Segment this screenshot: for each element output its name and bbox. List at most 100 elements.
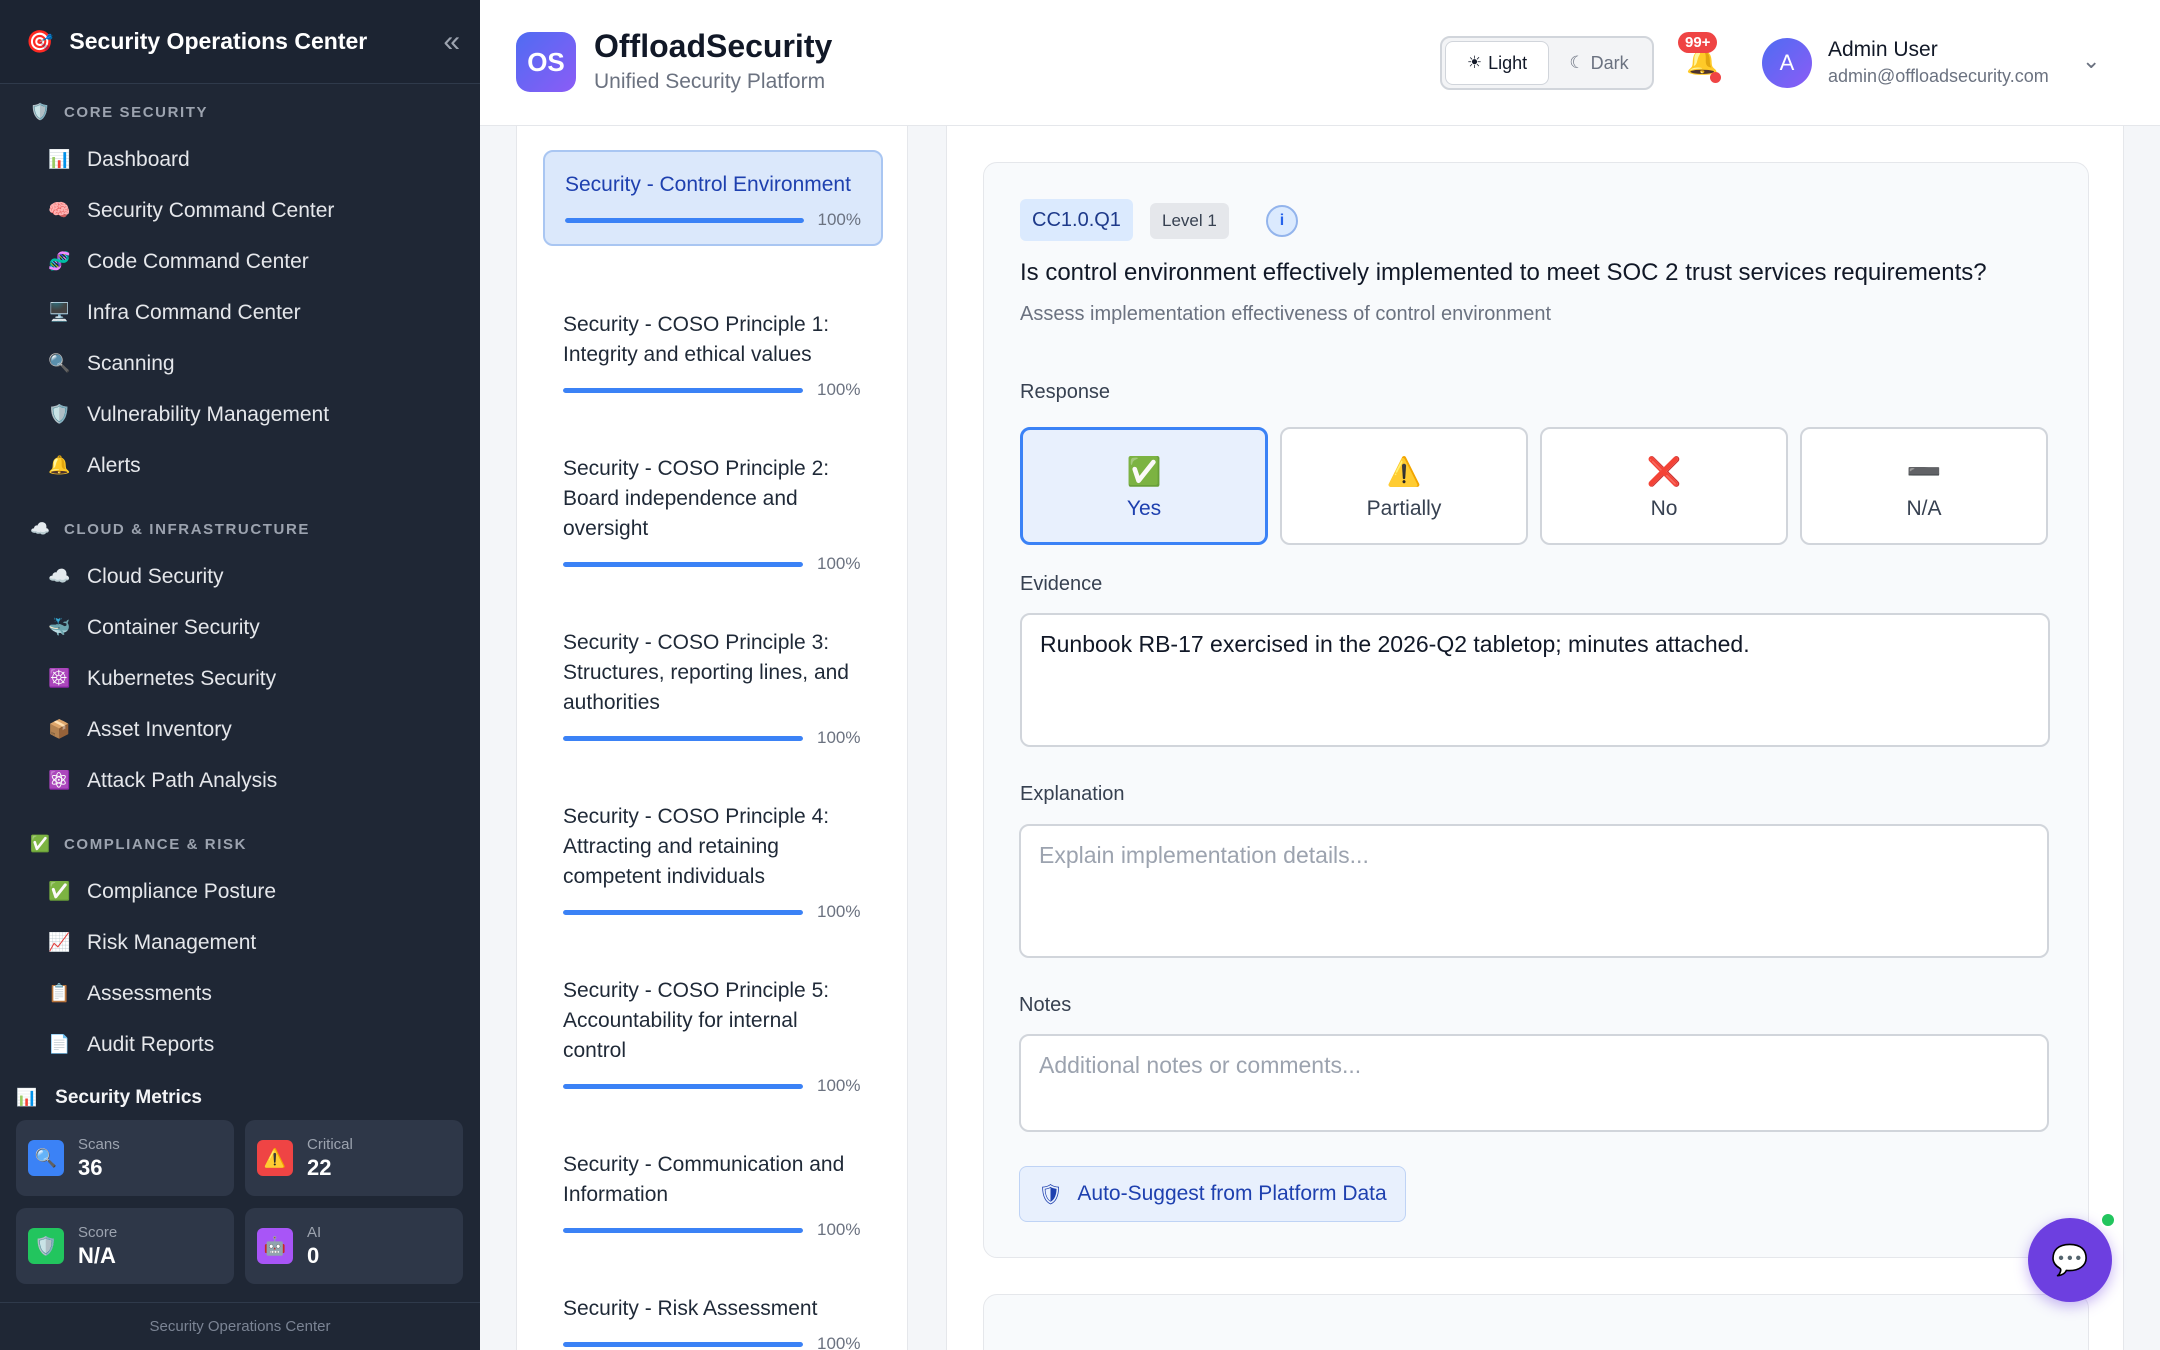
sidebar-nav: 🛡️ CORE SECURITY 📊 Dashboard 🧠 Security Comma… bbox=[0, 88, 480, 1076]
section-item[interactable]: Security - COSO Principle 3: Structures,… bbox=[543, 618, 883, 748]
metric-score[interactable]: 🛡️ Score N/A bbox=[16, 1208, 234, 1284]
metric-value: 22 bbox=[307, 1154, 332, 1180]
sidebar-item-infra-command-center[interactable]: 🖥️ Infra Command Center bbox=[0, 287, 480, 338]
section-title: Security - Communication and Information bbox=[563, 1153, 845, 1206]
metric-critical[interactable]: ⚠️ Critical 22 bbox=[245, 1120, 463, 1196]
collapse-sidebar-icon[interactable]: « bbox=[443, 25, 460, 59]
online-status-dot bbox=[2100, 1212, 2116, 1228]
sidebar-item-code-command-center[interactable]: 🧬 Code Command Center bbox=[0, 236, 480, 287]
notes-label: Notes bbox=[1019, 994, 1072, 1016]
sidebar-item-kubernetes-security[interactable]: ☸️ Kubernetes Security bbox=[0, 653, 480, 704]
section-progress-text: 100% bbox=[817, 728, 861, 747]
response-label: Partially bbox=[1366, 497, 1442, 520]
section-progress-text: 100% bbox=[817, 380, 861, 399]
question-text: Is control environment effectively imple… bbox=[1020, 259, 1987, 286]
section-icon: 🛡️ bbox=[30, 104, 50, 121]
sun-icon: ☀ bbox=[1466, 53, 1483, 72]
sidebar-item-security-command-center[interactable]: 🧠 Security Command Center bbox=[0, 185, 480, 236]
section-item[interactable]: Security - Risk Assessment 100% bbox=[543, 1284, 883, 1350]
sidebar-item-dashboard[interactable]: 📊 Dashboard bbox=[0, 134, 480, 185]
response-yes-icon: ✅ bbox=[1126, 455, 1162, 487]
target-icon: 🎯 bbox=[26, 28, 54, 54]
attack-path-analysis-icon: ⚛️ bbox=[48, 770, 71, 790]
metric-label: AI bbox=[307, 1223, 322, 1241]
response-label: No bbox=[1650, 497, 1678, 520]
section-progress-text: 100% bbox=[817, 1334, 861, 1350]
vulnerability-management-icon: 🛡️ bbox=[48, 404, 71, 424]
section-title: Security - COSO Principle 1: Integrity a… bbox=[563, 313, 830, 366]
section-item[interactable]: Security - COSO Principle 1: Integrity a… bbox=[543, 300, 883, 400]
sidebar-item-cloud-security[interactable]: ☁️ Cloud Security bbox=[0, 551, 480, 602]
section-label: CLOUD & INFRASTRUCTURE bbox=[64, 520, 311, 538]
metric-scans[interactable]: 🔍 Scans 36 bbox=[16, 1120, 234, 1196]
metric-grid: 🔍 Scans 36 ⚠️ Critical 22 🛡️ Score N/A 🤖 AI 0 bbox=[0, 1120, 480, 1284]
sidebar-header: 🎯 Security Operations Center « bbox=[0, 0, 480, 84]
security-command-center-icon: 🧠 bbox=[48, 200, 71, 220]
chevron-down-icon[interactable]: ⌄ bbox=[2082, 48, 2100, 74]
scans-metric-icon: 🔍 bbox=[28, 1140, 64, 1176]
section-item[interactable]: Security - Communication and Information… bbox=[543, 1140, 883, 1240]
section-title: Security - Risk Assessment bbox=[563, 1297, 818, 1320]
sidebar-item-container-security[interactable]: 🐳 Container Security bbox=[0, 602, 480, 653]
explanation-field[interactable]: Explain implementation details... bbox=[1019, 824, 2049, 958]
code-command-center-icon: 🧬 bbox=[48, 251, 71, 271]
sidebar-section-compliance-risk: ✅ COMPLIANCE & RISK bbox=[0, 822, 480, 866]
evidence-field[interactable]: Runbook RB-17 exercised in the 2026-Q2 t… bbox=[1020, 613, 2050, 747]
metric-ai[interactable]: 🤖 AI 0 bbox=[245, 1208, 463, 1284]
theme-light-label: Light bbox=[1488, 52, 1528, 73]
next-question-card bbox=[983, 1294, 2089, 1350]
top-header: OS OffloadSecurity Unified Security Plat… bbox=[480, 0, 2160, 126]
sidebar-item-risk-management[interactable]: 📈 Risk Management bbox=[0, 917, 480, 968]
brand-subtitle: Unified Security Platform bbox=[594, 70, 826, 93]
avatar[interactable]: A bbox=[1762, 38, 1812, 88]
section-label: COMPLIANCE & RISK bbox=[64, 835, 248, 853]
sidebar-item-attack-path-analysis[interactable]: ⚛️ Attack Path Analysis bbox=[0, 755, 480, 806]
sidebar-item-compliance-posture[interactable]: ✅ Compliance Posture bbox=[0, 866, 480, 917]
sidebar-item-scanning[interactable]: 🔍 Scanning bbox=[0, 338, 480, 389]
response-n-a-icon: ➖ bbox=[1906, 455, 1942, 487]
question-level: Level 1 bbox=[1150, 203, 1229, 239]
sidebar-item-label: Audit Reports bbox=[87, 1032, 215, 1056]
chart-icon: 📊 bbox=[16, 1088, 38, 1107]
section-progress-bar bbox=[563, 1341, 803, 1347]
section-title: Security - COSO Principle 5: Accountabil… bbox=[563, 979, 830, 1062]
shield-check-icon: 🛡 bbox=[1038, 1183, 1064, 1206]
auto-suggest-button[interactable]: 🛡 Auto-Suggest from Platform Data bbox=[1019, 1166, 1406, 1222]
sidebar-section-core-security: 🛡️ CORE SECURITY bbox=[0, 90, 480, 134]
sidebar-item-label: Container Security bbox=[87, 615, 260, 639]
info-icon[interactable]: i bbox=[1266, 205, 1298, 237]
section-title: Security - Control Environment bbox=[565, 173, 851, 196]
response-label: N/A bbox=[1906, 497, 1942, 520]
section-item[interactable]: Security - COSO Principle 2: Board indep… bbox=[543, 444, 883, 574]
sidebar-item-label: Attack Path Analysis bbox=[87, 768, 278, 792]
chat-icon[interactable]: 💬 bbox=[2028, 1218, 2112, 1302]
notes-field[interactable]: Additional notes or comments... bbox=[1019, 1034, 2049, 1132]
response-yes-button[interactable]: ✅ Yes bbox=[1020, 427, 1268, 545]
sidebar-item-alerts[interactable]: 🔔 Alerts bbox=[0, 440, 480, 491]
response-partially-button[interactable]: ⚠️ Partially bbox=[1280, 427, 1528, 545]
section-item[interactable]: Security - Control Environment 100% bbox=[543, 150, 883, 246]
sidebar-item-label: Infra Command Center bbox=[87, 300, 301, 324]
critical-metric-icon: ⚠️ bbox=[257, 1140, 293, 1176]
section-progress-bar bbox=[565, 217, 804, 223]
section-icon: ✅ bbox=[30, 836, 50, 853]
sidebar-item-assessments[interactable]: 📋 Assessments bbox=[0, 968, 480, 1019]
sidebar-item-label: Security Command Center bbox=[87, 198, 335, 222]
theme-toggle: ☀ Light ☾ Dark bbox=[1440, 36, 1654, 90]
response-no-button[interactable]: ❌ No bbox=[1540, 427, 1788, 545]
theme-dark-button[interactable]: ☾ Dark bbox=[1549, 41, 1649, 85]
brand-name: OffloadSecurity bbox=[594, 28, 833, 64]
sidebar-item-asset-inventory[interactable]: 📦 Asset Inventory bbox=[0, 704, 480, 755]
section-item[interactable]: Security - COSO Principle 4: Attracting … bbox=[543, 792, 883, 922]
user-email: admin@offloadsecurity.com bbox=[1828, 66, 2049, 86]
theme-light-button[interactable]: ☀ Light bbox=[1445, 41, 1549, 85]
ai-metric-icon: 🤖 bbox=[257, 1228, 293, 1264]
sidebar-item-vulnerability-management[interactable]: 🛡️ Vulnerability Management bbox=[0, 389, 480, 440]
notification-dot bbox=[1710, 72, 1721, 83]
sidebar-item-audit-reports[interactable]: 📄 Audit Reports bbox=[0, 1019, 480, 1070]
response-n-a-button[interactable]: ➖ N/A bbox=[1800, 427, 2048, 545]
user-name: Admin User bbox=[1828, 38, 1938, 61]
theme-dark-label: Dark bbox=[1590, 52, 1629, 73]
section-item[interactable]: Security - COSO Principle 5: Accountabil… bbox=[543, 966, 883, 1096]
asset-inventory-icon: 📦 bbox=[48, 719, 71, 739]
